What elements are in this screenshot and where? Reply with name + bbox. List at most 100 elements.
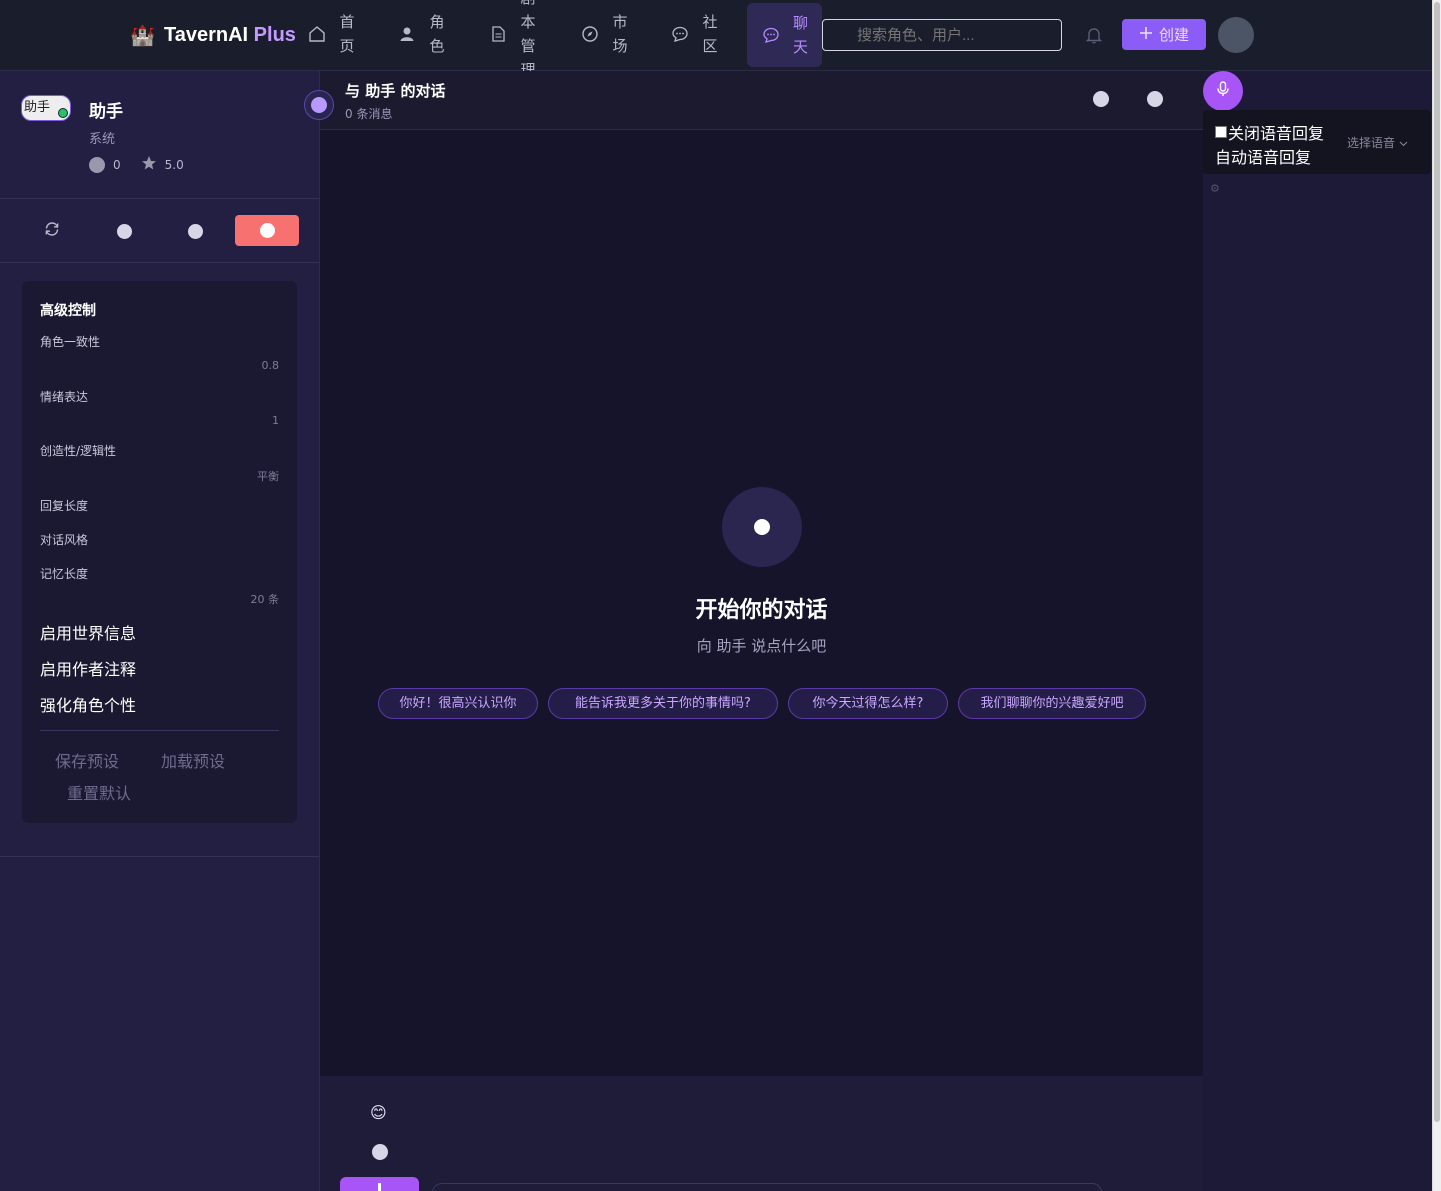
dialogue-style-label: 对话风格 (40, 533, 89, 547)
voice-select[interactable]: 选择语音 (1347, 134, 1408, 151)
emoji-button[interactable]: 😊 (370, 1103, 387, 1122)
suggestion-chip[interactable]: 你好！很高兴认识你 (378, 688, 538, 719)
document-icon (488, 24, 508, 44)
suggestion-chip[interactable]: 能告诉我更多关于你的事情吗? (548, 688, 778, 719)
attachment-button[interactable] (372, 1144, 388, 1160)
user-avatar[interactable] (1218, 17, 1254, 53)
chevron-down-icon (1399, 136, 1408, 150)
advanced-controls-panel: 高级控制 角色一致性 0.8 情绪表达 1 创造性/逻辑性 平衡 回复长度 对话… (22, 281, 297, 823)
consistency-value: 0.8 (261, 359, 280, 372)
voice-panel-column: 关闭语音回复 自动语音回复 选择语音 ⚙ (1203, 71, 1432, 1191)
divider (0, 856, 319, 857)
delete-button[interactable] (235, 215, 299, 246)
chat-count: 0 (113, 157, 121, 172)
disable-voice-label: 关闭语音回复 (1228, 124, 1325, 143)
chat-count-icon (89, 156, 105, 173)
memory-length-value: 20 条 (250, 593, 280, 606)
brand[interactable]: 🏰 TavernAI Plus (130, 22, 296, 48)
author-note-toggle[interactable]: 启用作者注释 (40, 656, 136, 680)
placeholder-icon (259, 223, 275, 238)
search-input[interactable] (822, 19, 1062, 51)
nav-label: 市场 (612, 12, 628, 55)
toolbar-button[interactable] (109, 216, 139, 246)
user-icon (397, 24, 417, 44)
rating-value: 5.0 (164, 157, 184, 172)
divider (40, 730, 279, 731)
nav-item-scripts[interactable]: 剧本管理 (488, 0, 536, 79)
page-scrollbar[interactable] (1432, 0, 1441, 1191)
emotion-label: 情绪表达 (40, 390, 89, 404)
placeholder-icon (187, 223, 203, 239)
nav-item-characters[interactable]: 角色 (397, 0, 445, 67)
reply-length-label: 回复长度 (40, 499, 89, 513)
nav-label: 角色 (429, 12, 445, 55)
character-name: 助手 (89, 102, 123, 122)
home-icon (307, 24, 327, 44)
chat-bubble-icon (761, 25, 781, 45)
nav-label: 社区 (702, 12, 718, 55)
compass-icon (580, 24, 600, 44)
create-label: 创建 (1158, 26, 1189, 44)
castle-logo-icon: 🏰 (130, 23, 155, 47)
advanced-title: 高级控制 (40, 303, 96, 319)
disable-voice-checkbox[interactable]: 关闭语音回复 (1215, 120, 1324, 144)
character-subtitle: 系统 (89, 132, 116, 147)
empty-state-title: 开始你的对话 (695, 598, 828, 623)
microphone-button[interactable] (1203, 71, 1243, 111)
personality-toggle[interactable]: 强化角色个性 (40, 692, 136, 716)
checkbox-box[interactable] (1215, 126, 1227, 138)
emotion-value: 1 (272, 414, 279, 427)
online-status-dot (58, 108, 68, 118)
header-action-button[interactable] (1093, 91, 1109, 107)
message-count: 0 条消息 (345, 107, 393, 121)
top-navigation-bar: 🏰 TavernAI Plus 首页 角色 剧本管理 市场 社区 (0, 0, 1432, 79)
memory-length-label: 记忆长度 (40, 567, 89, 581)
star-icon (141, 155, 157, 174)
brand-name: TavernAI Plus (164, 23, 296, 46)
auto-voice-label[interactable]: 自动语音回复 (1215, 144, 1311, 168)
nav-item-market[interactable]: 市场 (580, 0, 628, 67)
nav-item-home[interactable]: 首页 (307, 0, 355, 67)
message-input-area: 😊 (320, 1076, 1203, 1191)
character-card: 助手 助手 系统 0 5.0 (0, 71, 319, 199)
avatar-alt-text: 助手 (24, 100, 51, 115)
nav-label: 首页 (339, 12, 355, 55)
suggestion-chip[interactable]: 我们聊聊你的兴趣爱好吧 (958, 688, 1146, 719)
voice-settings-popup: 关闭语音回复 自动语音回复 选择语音 (1203, 110, 1431, 174)
creativity-label: 创造性/逻辑性 (40, 444, 117, 458)
nav-label: 剧本管理 (520, 0, 536, 79)
plus-icon (1139, 26, 1153, 44)
voice-input-button[interactable] (340, 1177, 419, 1191)
header-action-button[interactable] (1147, 91, 1163, 107)
gear-icon[interactable]: ⚙ (1210, 182, 1220, 195)
create-button[interactable]: 创建 (1122, 19, 1206, 50)
nav-item-community[interactable]: 社区 (670, 0, 718, 67)
character-status-button[interactable] (304, 90, 334, 120)
microphone-icon (1214, 80, 1232, 102)
empty-state-subtitle: 向 助手 说点什么吧 (696, 637, 827, 655)
bell-icon[interactable] (1084, 25, 1104, 45)
character-stats: 0 5.0 (89, 155, 184, 174)
nav-label: 聊天 (792, 14, 808, 56)
refresh-icon (43, 220, 61, 242)
suggestion-chip[interactable]: 你今天过得怎么样? (788, 688, 948, 719)
refresh-button[interactable] (37, 216, 67, 246)
nav-item-chat[interactable]: 聊天 (747, 3, 822, 67)
save-preset-button[interactable]: 保存预设 (55, 748, 119, 772)
reset-default-button[interactable]: 重置默认 (67, 780, 131, 804)
sidebar-toolbar (0, 200, 319, 263)
empty-state-icon (722, 487, 802, 567)
world-info-toggle[interactable]: 启用世界信息 (40, 620, 136, 644)
toolbar-button[interactable] (180, 216, 210, 246)
chat-bubble-icon (670, 24, 690, 44)
voice-select-label: 选择语音 (1347, 136, 1396, 150)
character-sidebar: 助手 助手 系统 0 5.0 高级控制 角色一致性 0.8 情绪表达 1 创造性… (0, 71, 320, 1191)
chat-header: 与 助手 的对话 0 条消息 (304, 71, 1203, 130)
load-preset-button[interactable]: 加载预设 (161, 748, 225, 772)
placeholder-icon (116, 223, 132, 239)
scrollbar-thumb[interactable] (1434, 2, 1440, 1122)
consistency-label: 角色一致性 (40, 335, 101, 349)
chat-messages-area: 开始你的对话 向 助手 说点什么吧 你好！很高兴认识你 能告诉我更多关于你的事情… (320, 130, 1203, 1076)
creativity-value: 平衡 (257, 470, 279, 483)
message-input[interactable] (432, 1183, 1102, 1191)
